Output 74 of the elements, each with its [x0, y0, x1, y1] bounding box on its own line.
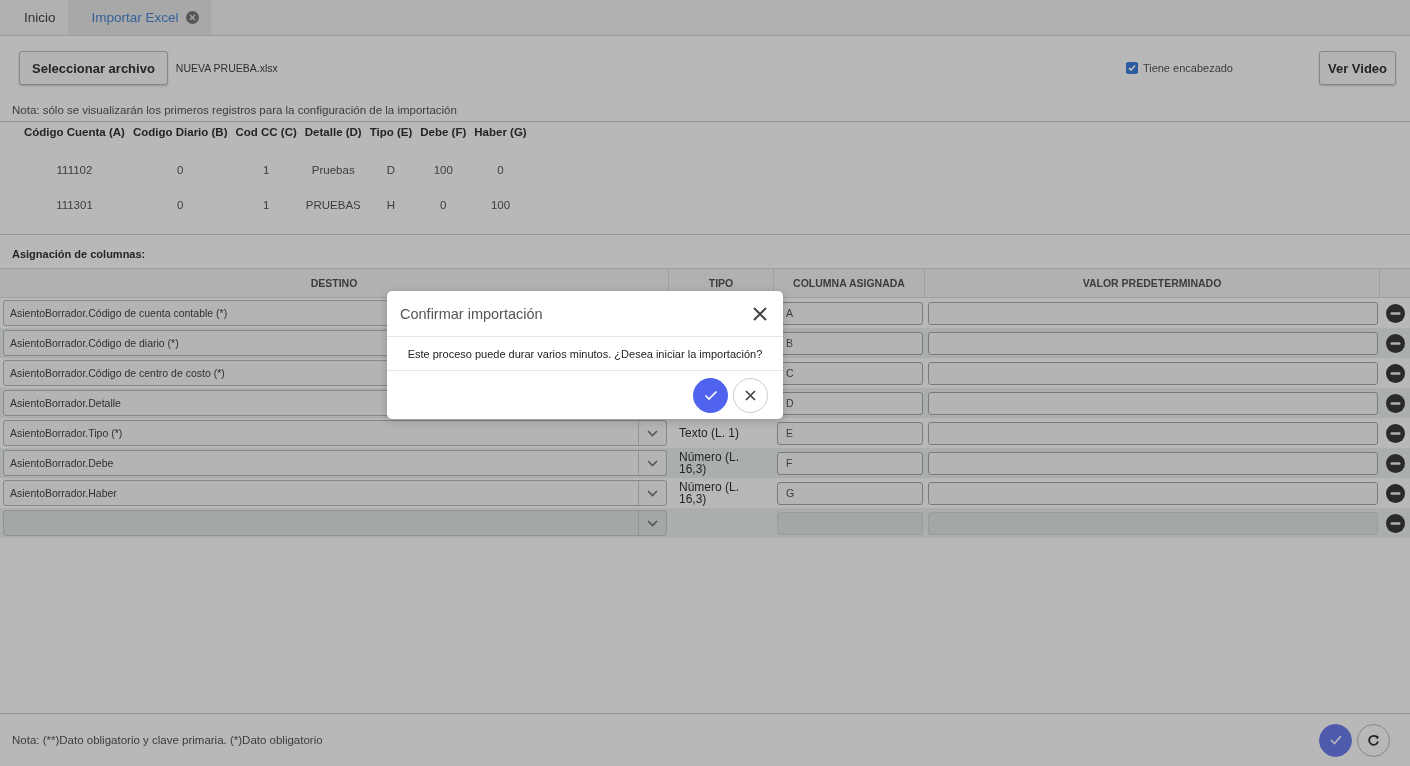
- dialog-message: Este proceso puede durar varios minutos. ¿Desea iniciar la importación?: [387, 337, 783, 371]
- remove-icon[interactable]: [1386, 513, 1405, 533]
- caret-icon: [647, 519, 658, 527]
- table-cell: Número (L. 16,3): [669, 448, 774, 478]
- caret-icon: [647, 459, 658, 467]
- column-header: Cod CC (C): [234, 126, 298, 140]
- column-field[interactable]: F: [777, 451, 923, 475]
- video-button[interactable]: Ver Video: [1319, 51, 1396, 85]
- default-value-field[interactable]: [928, 301, 1378, 325]
- default-value-field[interactable]: [928, 331, 1378, 355]
- table-cell-text: 0: [439, 197, 448, 213]
- column-header: DESTINO: [0, 268, 669, 298]
- table-cell-text: PRUEBAS: [304, 197, 362, 213]
- column-header: Debe (F): [419, 126, 468, 140]
- table-cell-text: 0: [176, 162, 185, 178]
- confirm-button[interactable]: [693, 377, 728, 413]
- table-cell-text: 111301: [55, 197, 94, 213]
- section-title: Asignación de columnas:: [11, 247, 147, 262]
- file-name: NUEVA PRUEBA.xlsx: [175, 62, 278, 74]
- column-header: Detalle (D): [303, 126, 363, 140]
- checkbox[interactable]: [1125, 62, 1138, 74]
- table-cell-text: Número (L. 16,3): [678, 479, 741, 508]
- refresh-button[interactable]: [1357, 723, 1390, 757]
- tab[interactable]: Inicio: [0, 0, 68, 35]
- destination-select[interactable]: AsientoBorrador.Haber: [3, 480, 667, 506]
- destination-select[interactable]: AsientoBorrador.Debe: [3, 450, 667, 476]
- close-icon[interactable]: [753, 306, 767, 321]
- caret-icon: [647, 429, 658, 437]
- select-file-button[interactable]: Seleccionar archivo: [19, 51, 168, 85]
- refresh-icon: [1367, 733, 1380, 747]
- checkbox-label: Tiene encabezado: [1142, 62, 1233, 74]
- table-cell-text: Pruebas: [310, 162, 356, 178]
- column-header: Haber (G): [473, 126, 528, 140]
- column-header: Código Cuenta (A): [23, 126, 126, 140]
- default-value-field[interactable]: [928, 481, 1378, 505]
- column-field[interactable]: G: [777, 481, 923, 505]
- column-field[interactable]: E: [777, 421, 923, 445]
- default-value-field[interactable]: [928, 451, 1378, 475]
- table-cell-text: D: [385, 162, 397, 178]
- confirm-button[interactable]: [1319, 723, 1352, 757]
- remove-icon[interactable]: [1386, 333, 1405, 353]
- remove-icon[interactable]: [1386, 483, 1405, 503]
- column-header: Tipo (E): [368, 126, 414, 140]
- remove-icon[interactable]: [1386, 423, 1405, 443]
- remove-icon[interactable]: [1386, 453, 1405, 473]
- table-cell-text: 1: [261, 197, 271, 213]
- close-icon: [745, 389, 756, 401]
- remove-icon[interactable]: [1386, 363, 1405, 383]
- table-cell-text: 100: [432, 162, 454, 178]
- check-icon: [703, 389, 718, 401]
- default-value-field[interactable]: [928, 361, 1378, 385]
- tab-label: Inicio: [24, 10, 56, 25]
- cancel-button[interactable]: [733, 377, 768, 413]
- dialog-title: Confirmar importación: [400, 305, 543, 322]
- tab-label: Importar Excel: [91, 10, 179, 25]
- column-header: VALOR PREDETERMINADO: [925, 268, 1380, 298]
- table-cell-text: 0: [176, 197, 185, 213]
- destination-select[interactable]: AsientoBorrador.Tipo (*): [3, 420, 667, 446]
- note-text: Nota: sólo se visualizarán los primeros registros para la configuración de la importación: [11, 103, 458, 118]
- table-cell-text: 111102: [55, 162, 94, 178]
- remove-icon[interactable]: [1386, 303, 1405, 323]
- column-header: COLUMNA ASIGNADA: [774, 268, 925, 298]
- caret-icon: [647, 489, 658, 497]
- column-header: Codigo Diario (B): [131, 126, 229, 140]
- table-cell-text: H: [385, 197, 397, 213]
- footer-note: Nota: (**)Dato obligatorio y clave primaria. (*)Dato obligatorio: [12, 734, 323, 746]
- default-value-field[interactable]: [928, 421, 1378, 445]
- check-icon: [1328, 734, 1343, 746]
- table-cell-text: Texto (L. 1): [678, 425, 741, 442]
- table-cell-text: 100: [489, 197, 512, 213]
- default-value-field[interactable]: [928, 391, 1378, 415]
- table-cell-text: 0: [496, 162, 505, 178]
- remove-icon[interactable]: [1386, 393, 1405, 413]
- table-cell-text: 1: [261, 162, 271, 178]
